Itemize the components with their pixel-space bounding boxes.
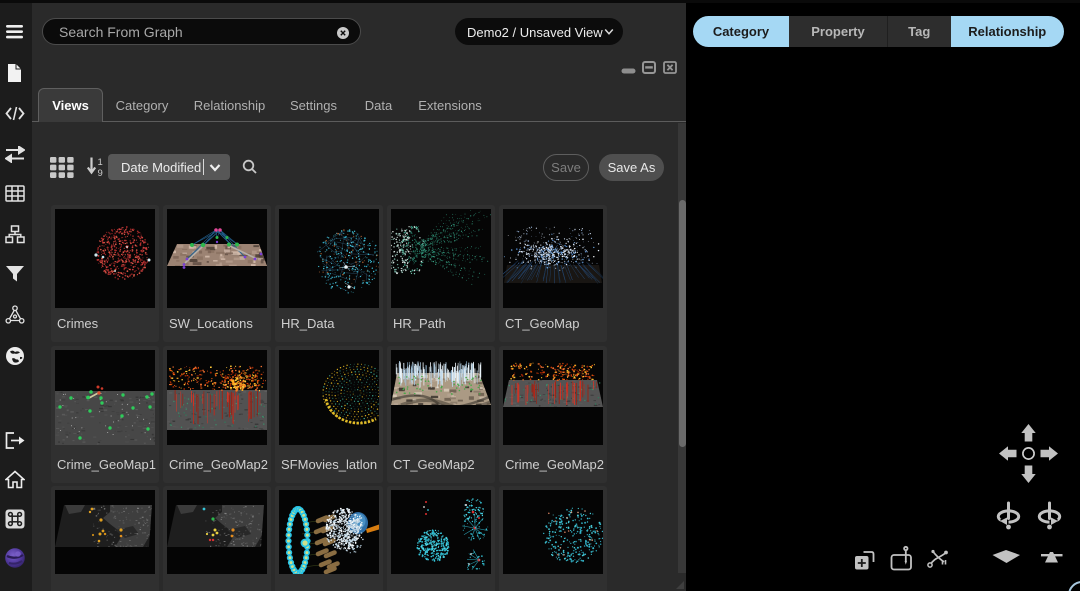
svg-text:1: 1 bbox=[98, 157, 103, 168]
svg-text:9: 9 bbox=[98, 168, 103, 179]
